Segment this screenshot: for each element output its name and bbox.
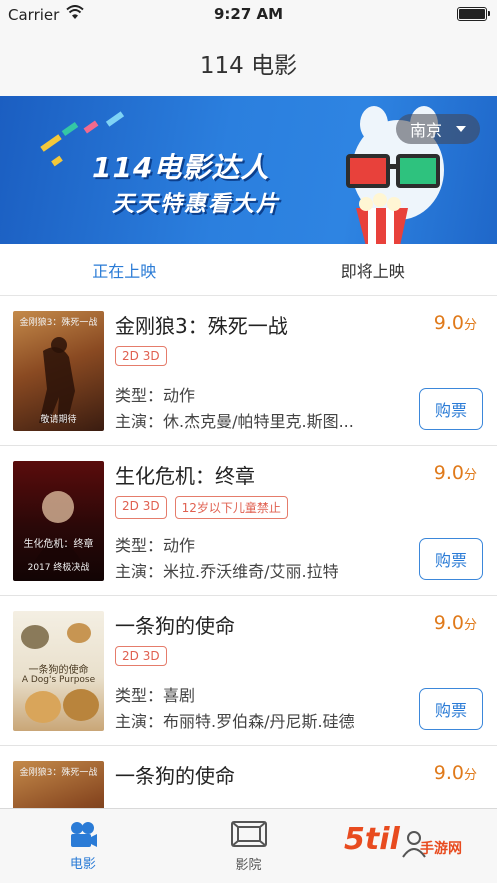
movie-cast: 主演：米拉.乔沃维奇/艾丽.拉特 [115, 558, 339, 582]
buy-ticket-button[interactable]: 购票 [419, 538, 483, 580]
movie-tags: 2D 3D [115, 646, 167, 666]
cast-label: 主演： [115, 562, 164, 581]
format-tag: 2D 3D [115, 346, 167, 366]
genre-value: 喜剧 [163, 686, 196, 705]
poster-subtitle: 2017 终极决战 [27, 563, 90, 573]
cast-label: 主演： [115, 412, 164, 431]
poster-subtitle: A Dog's Purpose [21, 675, 96, 685]
chevron-down-icon [456, 126, 467, 132]
genre-label: 类型： [115, 536, 164, 555]
banner-decoration [51, 155, 63, 167]
poster-subtitle: 敬请期待 [40, 415, 77, 425]
banner-decoration [61, 121, 79, 137]
poster-title: 金刚狼3：殊死一战 [19, 318, 98, 328]
score-value: 9.0 [433, 462, 464, 484]
movie-poster[interactable]: 金刚狼3：殊死一战 [13, 761, 104, 808]
list-item[interactable]: 金刚狼3：殊死一战 一条狗的使命 9.0分 [0, 746, 497, 808]
cinema-icon [230, 820, 267, 847]
city-label: 南京 [410, 121, 443, 140]
tab-label: 正在上映 [92, 261, 157, 281]
movie-score: 9.0分 [434, 462, 477, 484]
banner-decoration [40, 134, 62, 152]
movie-list[interactable]: 金刚狼3：殊死一战 敬请期待 金刚狼3：殊死一战 9.0分 2D 3D 类型：动… [0, 296, 497, 808]
watermark-logo: 5til [344, 822, 400, 857]
movie-tags: 2D 3D 12岁以下儿童禁止 [115, 496, 288, 519]
banner-subtitle: 天天特惠看大片 [112, 192, 281, 217]
status-bar: Carrier 9:27 AM [0, 0, 497, 30]
movie-cast: 主演：布丽特.罗伯森/丹尼斯.硅德 [115, 708, 355, 732]
list-item[interactable]: 一条狗的使命 A Dog's Purpose 一条狗的使命 9.0分 2D 3D… [0, 596, 497, 746]
genre-value: 动作 [163, 536, 196, 555]
banner-decoration [105, 111, 125, 127]
movie-cast: 主演：休.杰克曼/帕特里克.斯图... [115, 408, 354, 432]
battery-icon [457, 7, 490, 21]
movie-title[interactable]: 金刚狼3：殊死一战 [115, 310, 288, 339]
score-value: 9.0 [433, 762, 464, 784]
banner-decoration [83, 120, 99, 134]
movie-title[interactable]: 生化危机：终章 [115, 460, 255, 489]
city-selector[interactable]: 南京 [396, 114, 480, 144]
movie-title[interactable]: 一条狗的使命 [115, 610, 235, 639]
tab-cinemas[interactable]: 影院 [166, 809, 332, 883]
tab-label: 影院 [235, 857, 262, 873]
score-value: 9.0 [433, 612, 464, 634]
cast-value: 布丽特.罗伯森/丹尼斯.硅德 [163, 712, 355, 731]
score-value: 9.0 [433, 312, 464, 334]
score-unit: 分 [463, 468, 477, 483]
movie-tags: 2D 3D [115, 346, 167, 366]
movie-poster[interactable]: 金刚狼3：殊死一战 敬请期待 [13, 311, 104, 431]
tab-now-showing[interactable]: 正在上映 [0, 244, 249, 295]
poster-title: 金刚狼3：殊死一战 [19, 768, 98, 778]
watermark-subtitle: 手游网 [420, 841, 462, 857]
cast-label: 主演： [115, 712, 164, 731]
buy-ticket-button[interactable]: 购票 [419, 388, 483, 430]
movie-title[interactable]: 一条狗的使命 [115, 760, 235, 789]
list-item[interactable]: 金刚狼3：殊死一战 敬请期待 金刚狼3：殊死一战 9.0分 2D 3D 类型：动… [0, 296, 497, 446]
tab-coming-soon[interactable]: 即将上映 [249, 244, 497, 295]
genre-label: 类型： [115, 386, 164, 405]
genre-label: 类型： [115, 686, 164, 705]
format-tag: 2D 3D [115, 646, 167, 666]
movie-score: 9.0分 [434, 612, 477, 634]
cast-value: 米拉.乔沃维奇/艾丽.拉特 [163, 562, 339, 581]
score-unit: 分 [463, 768, 477, 783]
movie-genre: 类型：喜剧 [115, 682, 195, 706]
movie-tabs: 正在上映 即将上映 [0, 244, 497, 296]
genre-value: 动作 [163, 386, 196, 405]
banner-title: 114电影达人 [92, 151, 270, 184]
buy-ticket-button[interactable]: 购票 [419, 688, 483, 730]
tab-label: 即将上映 [340, 261, 405, 281]
status-time: 9:27 AM [213, 5, 284, 23]
movie-genre: 类型：动作 [115, 532, 195, 556]
nav-bar: 114 电影 [0, 30, 497, 96]
list-item[interactable]: 生化危机：终章 2017 终极决战 生化危机：终章 9.0分 2D 3D 12岁… [0, 446, 497, 596]
age-restriction-tag: 12岁以下儿童禁止 [174, 496, 288, 519]
movie-genre: 类型：动作 [115, 382, 195, 406]
poster-title: 一条狗的使命 [28, 665, 89, 676]
tab-movies[interactable]: 电影 [0, 809, 166, 883]
poster-title: 生化危机：终章 [23, 539, 94, 550]
movie-poster[interactable]: 一条狗的使命 A Dog's Purpose [13, 611, 104, 731]
page-title: 114 电影 [199, 53, 298, 79]
tab-label: 电影 [69, 856, 96, 872]
movie-poster[interactable]: 生化危机：终章 2017 终极决战 [13, 461, 104, 581]
cast-value: 休.杰克曼/帕特里克.斯图... [163, 412, 354, 431]
movie-score: 9.0分 [434, 762, 477, 784]
format-tag: 2D 3D [115, 496, 167, 519]
camera-icon [70, 821, 97, 847]
score-unit: 分 [463, 318, 477, 333]
movie-score: 9.0分 [434, 312, 477, 334]
score-unit: 分 [463, 618, 477, 633]
